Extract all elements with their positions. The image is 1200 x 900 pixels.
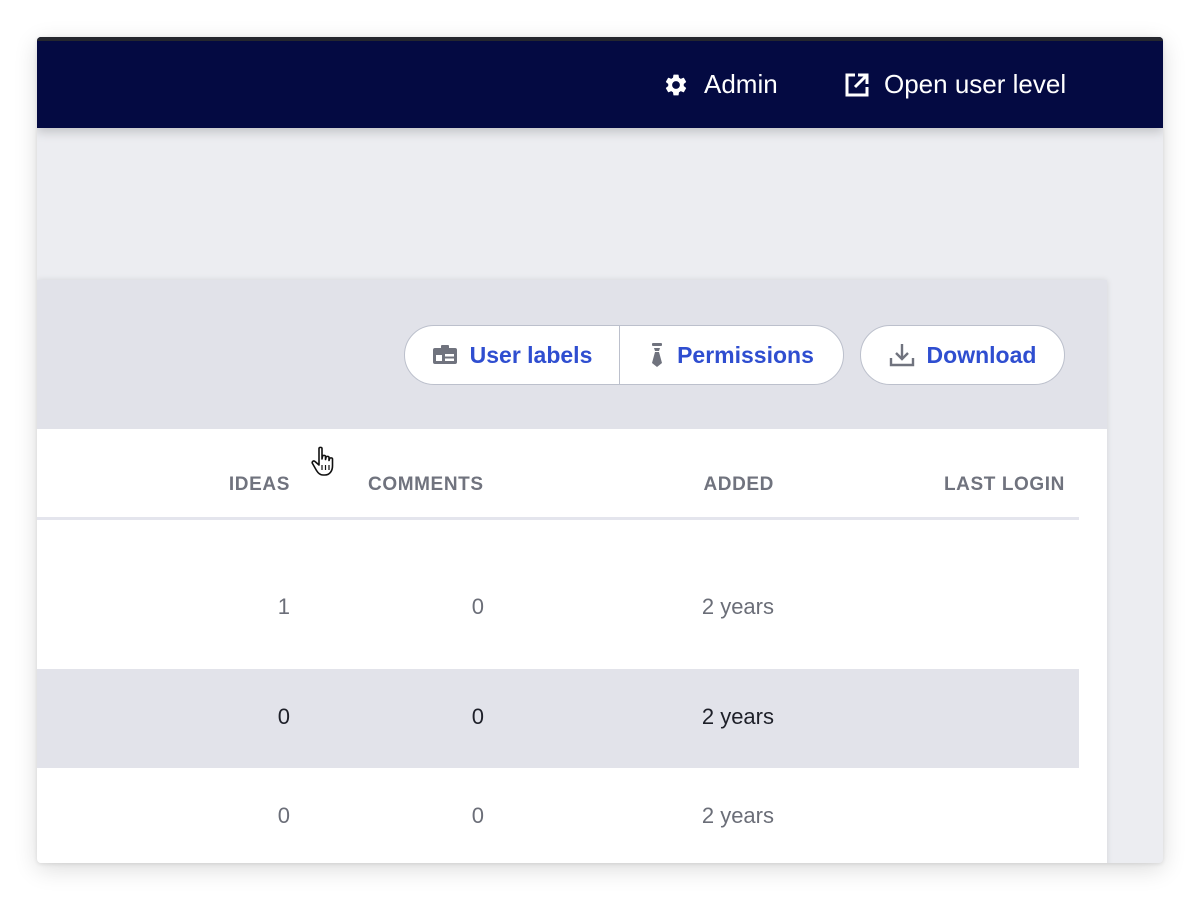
admin-label: Admin — [704, 69, 778, 99]
user-labels-button[interactable]: User labels — [405, 326, 620, 384]
pointer-hand-cursor-icon — [310, 446, 340, 483]
column-header-comments[interactable]: COMMENTS — [368, 474, 484, 496]
column-header-added[interactable]: ADDED — [703, 474, 774, 496]
column-header-ideas[interactable]: IDEAS — [229, 474, 290, 496]
permissions-label: Permissions — [677, 341, 814, 368]
user-labels-label: User labels — [469, 341, 593, 368]
gear-icon — [663, 72, 689, 98]
table-row[interactable]: 0 0 2 years — [37, 768, 1079, 863]
cell-ideas: 0 — [277, 803, 290, 828]
top-navigation-bar: Admin Open user level — [37, 37, 1163, 128]
app-window: Admin Open user level User labels Permis… — [37, 37, 1163, 863]
cell-comments: 0 — [471, 803, 484, 828]
external-link-icon — [843, 71, 871, 99]
open-user-level-link[interactable]: Open user level — [843, 41, 1066, 128]
users-table-panel: User labels Permissions Download IDEAS C… — [37, 280, 1107, 863]
download-icon — [889, 342, 915, 368]
cell-ideas: 0 — [277, 704, 290, 729]
id-card-icon — [432, 345, 458, 365]
admin-link[interactable]: Admin — [663, 41, 778, 128]
column-header-last-login[interactable]: LAST LOGIN — [944, 474, 1065, 496]
tie-icon — [649, 343, 665, 367]
cell-comments: 0 — [471, 594, 484, 619]
cell-added: 2 years — [701, 803, 774, 828]
table-row[interactable]: 1 0 2 years — [37, 520, 1079, 669]
table-row-hovered[interactable]: 0 0 2 years — [37, 669, 1079, 768]
open-user-level-label: Open user level — [884, 69, 1067, 99]
download-label: Download — [926, 341, 1037, 368]
table-toolbar: User labels Permissions Download — [37, 280, 1107, 429]
label-permission-button-group: User labels Permissions — [404, 325, 844, 385]
cell-comments: 0 — [471, 704, 484, 729]
cell-added: 2 years — [701, 704, 774, 729]
cell-ideas: 1 — [277, 594, 290, 619]
permissions-button[interactable]: Permissions — [620, 326, 843, 384]
download-button[interactable]: Download — [860, 325, 1065, 385]
cell-added: 2 years — [701, 594, 774, 619]
